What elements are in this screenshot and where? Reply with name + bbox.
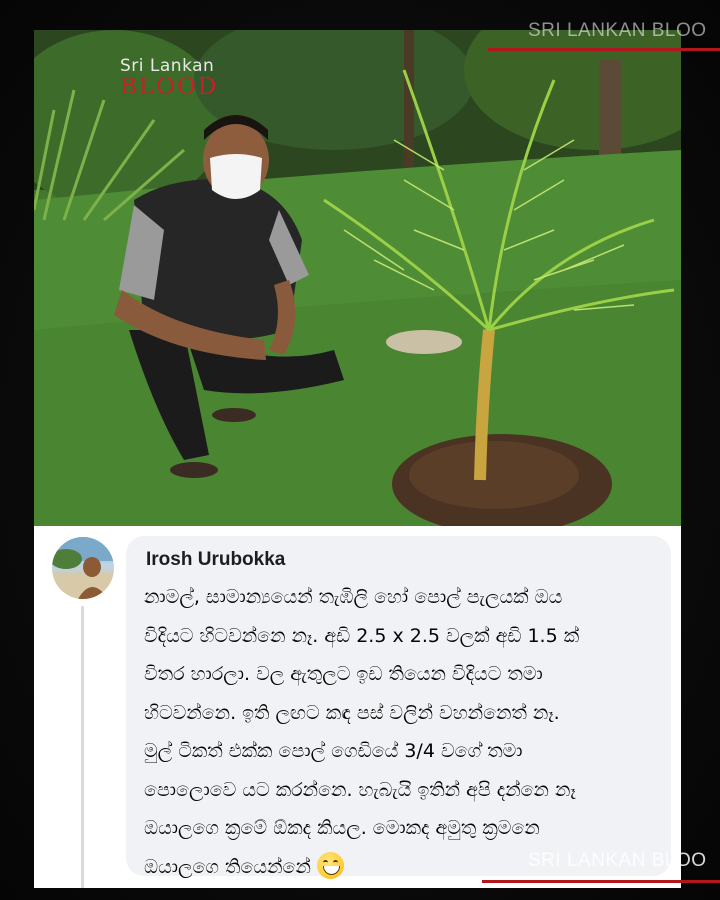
watermark-bottom-underline: [482, 880, 720, 883]
comment-body: නාමල්, සාමාන්‍යයෙන් තැඹිලි හෝ පොල් පැලයක…: [144, 578, 669, 886]
thread-line: [81, 606, 84, 888]
comment-line: විතර හාරලා. වල ඇතුලට ඉඩ තියෙන විදියට තමා: [144, 663, 543, 685]
comment-author-name[interactable]: Irosh Urubokka: [146, 549, 285, 571]
comment-line: නාමල්, සාමාන්‍යයෙන් තැඹිලි හෝ පොල් පැලයක…: [144, 586, 563, 608]
comment-line: ඔයාලගෙ ක්‍රමේ ඕකද කියල. මොකද අමුතු ක්‍රම…: [144, 817, 540, 839]
post-photo[interactable]: [34, 30, 681, 526]
garden-scene-image: [34, 30, 681, 526]
watermark-top: SRI LANKAN BLOO: [528, 20, 707, 41]
logo-line2: BLOOD: [120, 74, 219, 100]
comment-bubble[interactable]: Irosh Urubokka නාමල්, සාමාන්‍යයෙන් තැඹිල…: [126, 536, 671, 879]
logo-line1: Sri Lankan: [120, 56, 215, 76]
sri-lankan-blood-logo: Sri Lankan BLOOD: [120, 56, 218, 100]
watermark-top-underline: [488, 48, 720, 51]
avatar-photo-icon: [52, 537, 114, 599]
watermark-bottom: SRI LANKAN BLOO: [528, 850, 707, 871]
comment-line: මුල් ටිකත් එක්ක පොල් ගෙඩියේ 3/4 වගේ තමා: [144, 740, 523, 762]
comment-line: විදියට හිටවන්නෙ නෑ. අඩි 2.5 x 2.5 වලක් අ…: [144, 624, 580, 647]
avatar[interactable]: [52, 537, 114, 599]
grinning-face-emoji-icon: [316, 851, 344, 879]
comment-line: පොලොවෙ යට කරන්නෙ. හැබැයි ඉතින් අපි දන්නෙ…: [144, 778, 576, 801]
comment-line: ඔයාලගෙ තියෙන්නේ: [144, 855, 311, 878]
comment-card: Irosh Urubokka නාමල්, සාමාන්‍යයෙන් තැඹිල…: [34, 526, 681, 888]
comment-line: හිටවන්නෙ. ඉති ලඟට කඳ පස් වලින් වහන්නෙත් …: [144, 701, 560, 724]
